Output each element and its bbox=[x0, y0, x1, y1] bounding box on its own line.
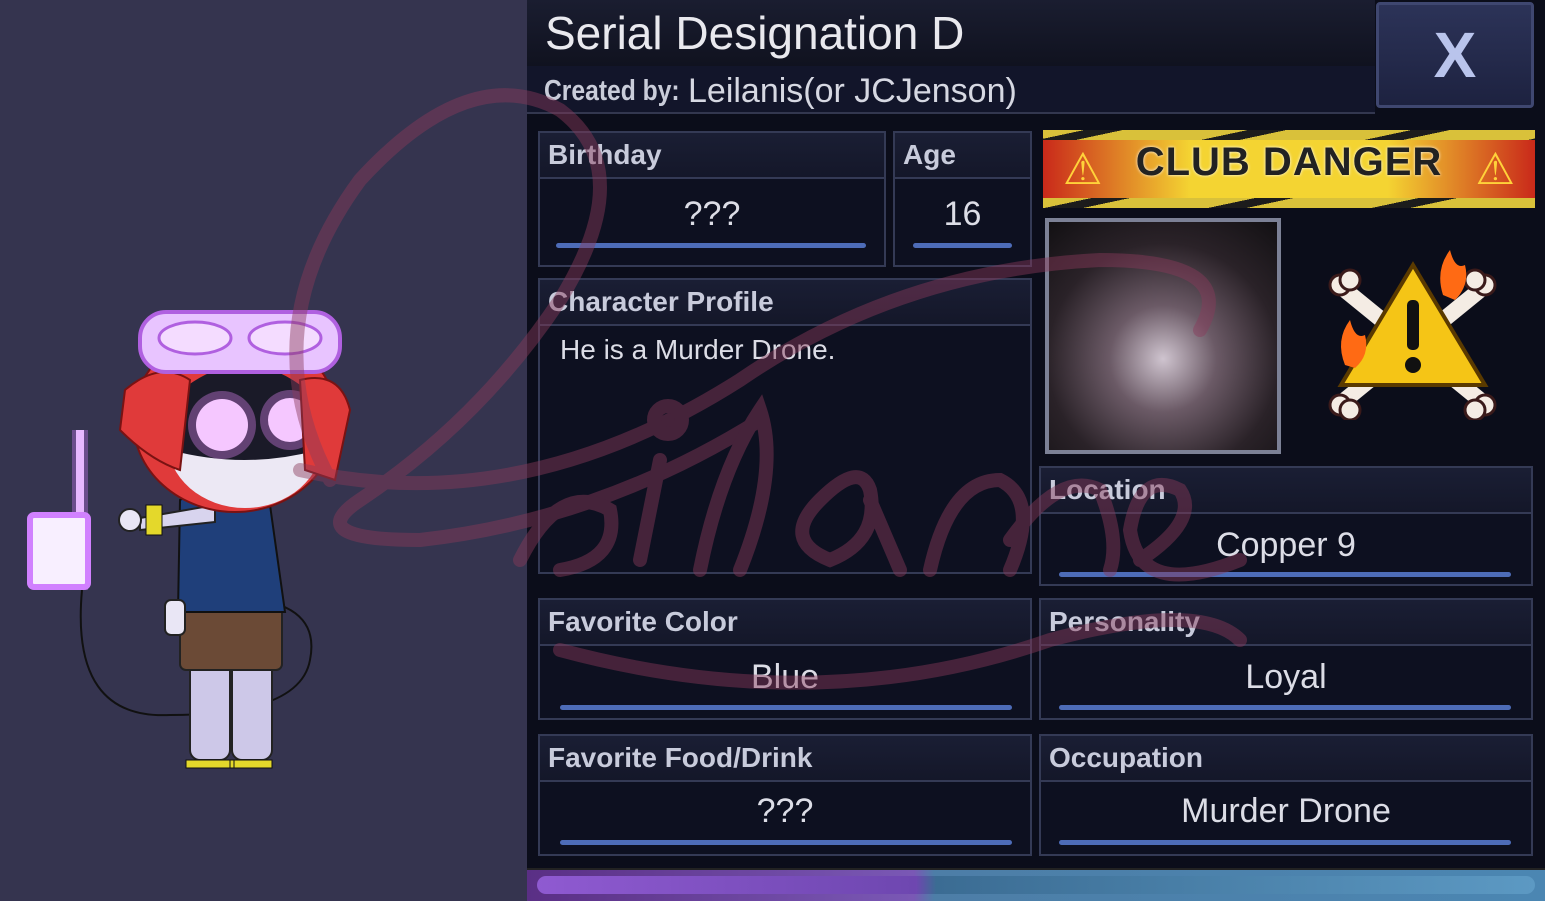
favorite-color-value: Blue bbox=[750, 658, 820, 696]
favorite-food-label: Favorite Food/Drink bbox=[540, 736, 1030, 782]
club-banner: ⚠ CLUB DANGER ⚠ bbox=[1043, 130, 1535, 208]
character-illustration bbox=[27, 310, 352, 769]
location-underline bbox=[1059, 572, 1511, 577]
character-profile-label: Character Profile bbox=[540, 280, 1030, 326]
age-underline bbox=[913, 243, 1012, 248]
location-label: Location bbox=[1041, 468, 1531, 514]
bottom-bar-fill bbox=[537, 876, 1535, 894]
personality-field: Personality Loyal bbox=[1039, 598, 1533, 720]
occupation-label: Occupation bbox=[1041, 736, 1531, 782]
warning-icon: ⚠ bbox=[1475, 144, 1515, 195]
favorite-food-field: Favorite Food/Drink ??? bbox=[538, 734, 1032, 856]
location-value: Copper 9 bbox=[1216, 526, 1356, 564]
personality-value: Loyal bbox=[1245, 658, 1327, 696]
age-field: Age 16 bbox=[893, 131, 1032, 267]
favorite-food-underline bbox=[560, 840, 1012, 845]
character-name: Serial Designation D bbox=[545, 7, 965, 59]
favorite-color-field: Favorite Color Blue bbox=[538, 598, 1032, 720]
skull-crossbones-warning-icon bbox=[1328, 250, 1497, 420]
occupation-field: Occupation Murder Drone bbox=[1039, 734, 1533, 856]
created-by-value: Leilanis(or JCJenson) bbox=[688, 72, 1017, 110]
occupation-value: Murder Drone bbox=[1181, 792, 1391, 830]
favorite-color-underline bbox=[560, 705, 1012, 710]
character-profile-field: Character Profile He is a Murder Drone. bbox=[538, 278, 1032, 574]
birthday-underline bbox=[556, 243, 866, 248]
created-by-label: Created by: bbox=[544, 75, 680, 107]
character-profile-text: He is a Murder Drone. bbox=[560, 334, 836, 365]
occupation-underline bbox=[1059, 840, 1511, 845]
personality-label: Personality bbox=[1041, 600, 1531, 646]
character-portrait bbox=[1045, 218, 1281, 454]
club-name: CLUB DANGER bbox=[1135, 140, 1443, 184]
favorite-food-value: ??? bbox=[756, 792, 814, 830]
favorite-color-label: Favorite Color bbox=[540, 600, 1030, 646]
age-value: 16 bbox=[943, 195, 982, 233]
personality-underline bbox=[1059, 705, 1511, 710]
birthday-value: ??? bbox=[683, 195, 741, 233]
bottom-bar bbox=[527, 868, 1545, 901]
close-icon: X bbox=[1433, 19, 1477, 91]
birthday-field: Birthday ??? bbox=[538, 131, 886, 267]
age-label: Age bbox=[895, 133, 1030, 179]
birthday-label: Birthday bbox=[540, 133, 884, 179]
close-button[interactable]: X bbox=[1376, 2, 1534, 108]
location-field: Location Copper 9 bbox=[1039, 466, 1533, 586]
